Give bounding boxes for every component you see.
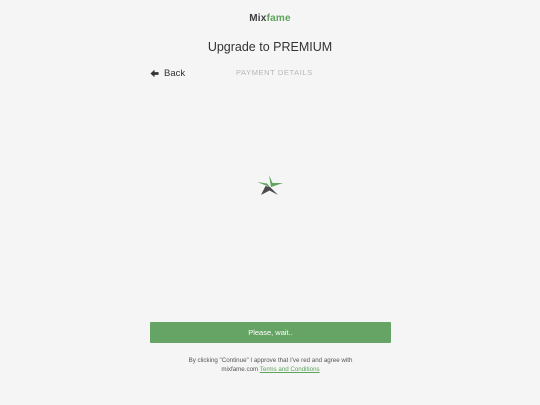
star-logo-icon [256,175,284,200]
agreement-line-2: mixfame.com Terms and Conditions [150,366,391,375]
back-label: Back [164,67,186,79]
mixfame-logo: Mixfame [0,13,540,24]
back-button[interactable]: Back [150,66,185,80]
agreement-domain: mixfame.com [221,365,260,373]
logo-text-fame: fame [266,13,291,24]
terms-and-conditions-link[interactable]: Terms and Conditions [260,366,320,373]
please-wait-button[interactable]: Please, wait.. [150,322,391,343]
agreement-line-1: By clicking "Continue" I approve that I'… [188,357,353,364]
loading-spinner [256,174,284,196]
agreement-text: By clicking "Continue" I approve that I'… [150,357,391,374]
step-label-payment-details: PAYMENT DETAILS [236,68,313,77]
page-title: Upgrade to PREMIUM [207,40,333,54]
arrow-left-icon [150,69,159,78]
logo-text-mix: Mix [249,13,267,24]
